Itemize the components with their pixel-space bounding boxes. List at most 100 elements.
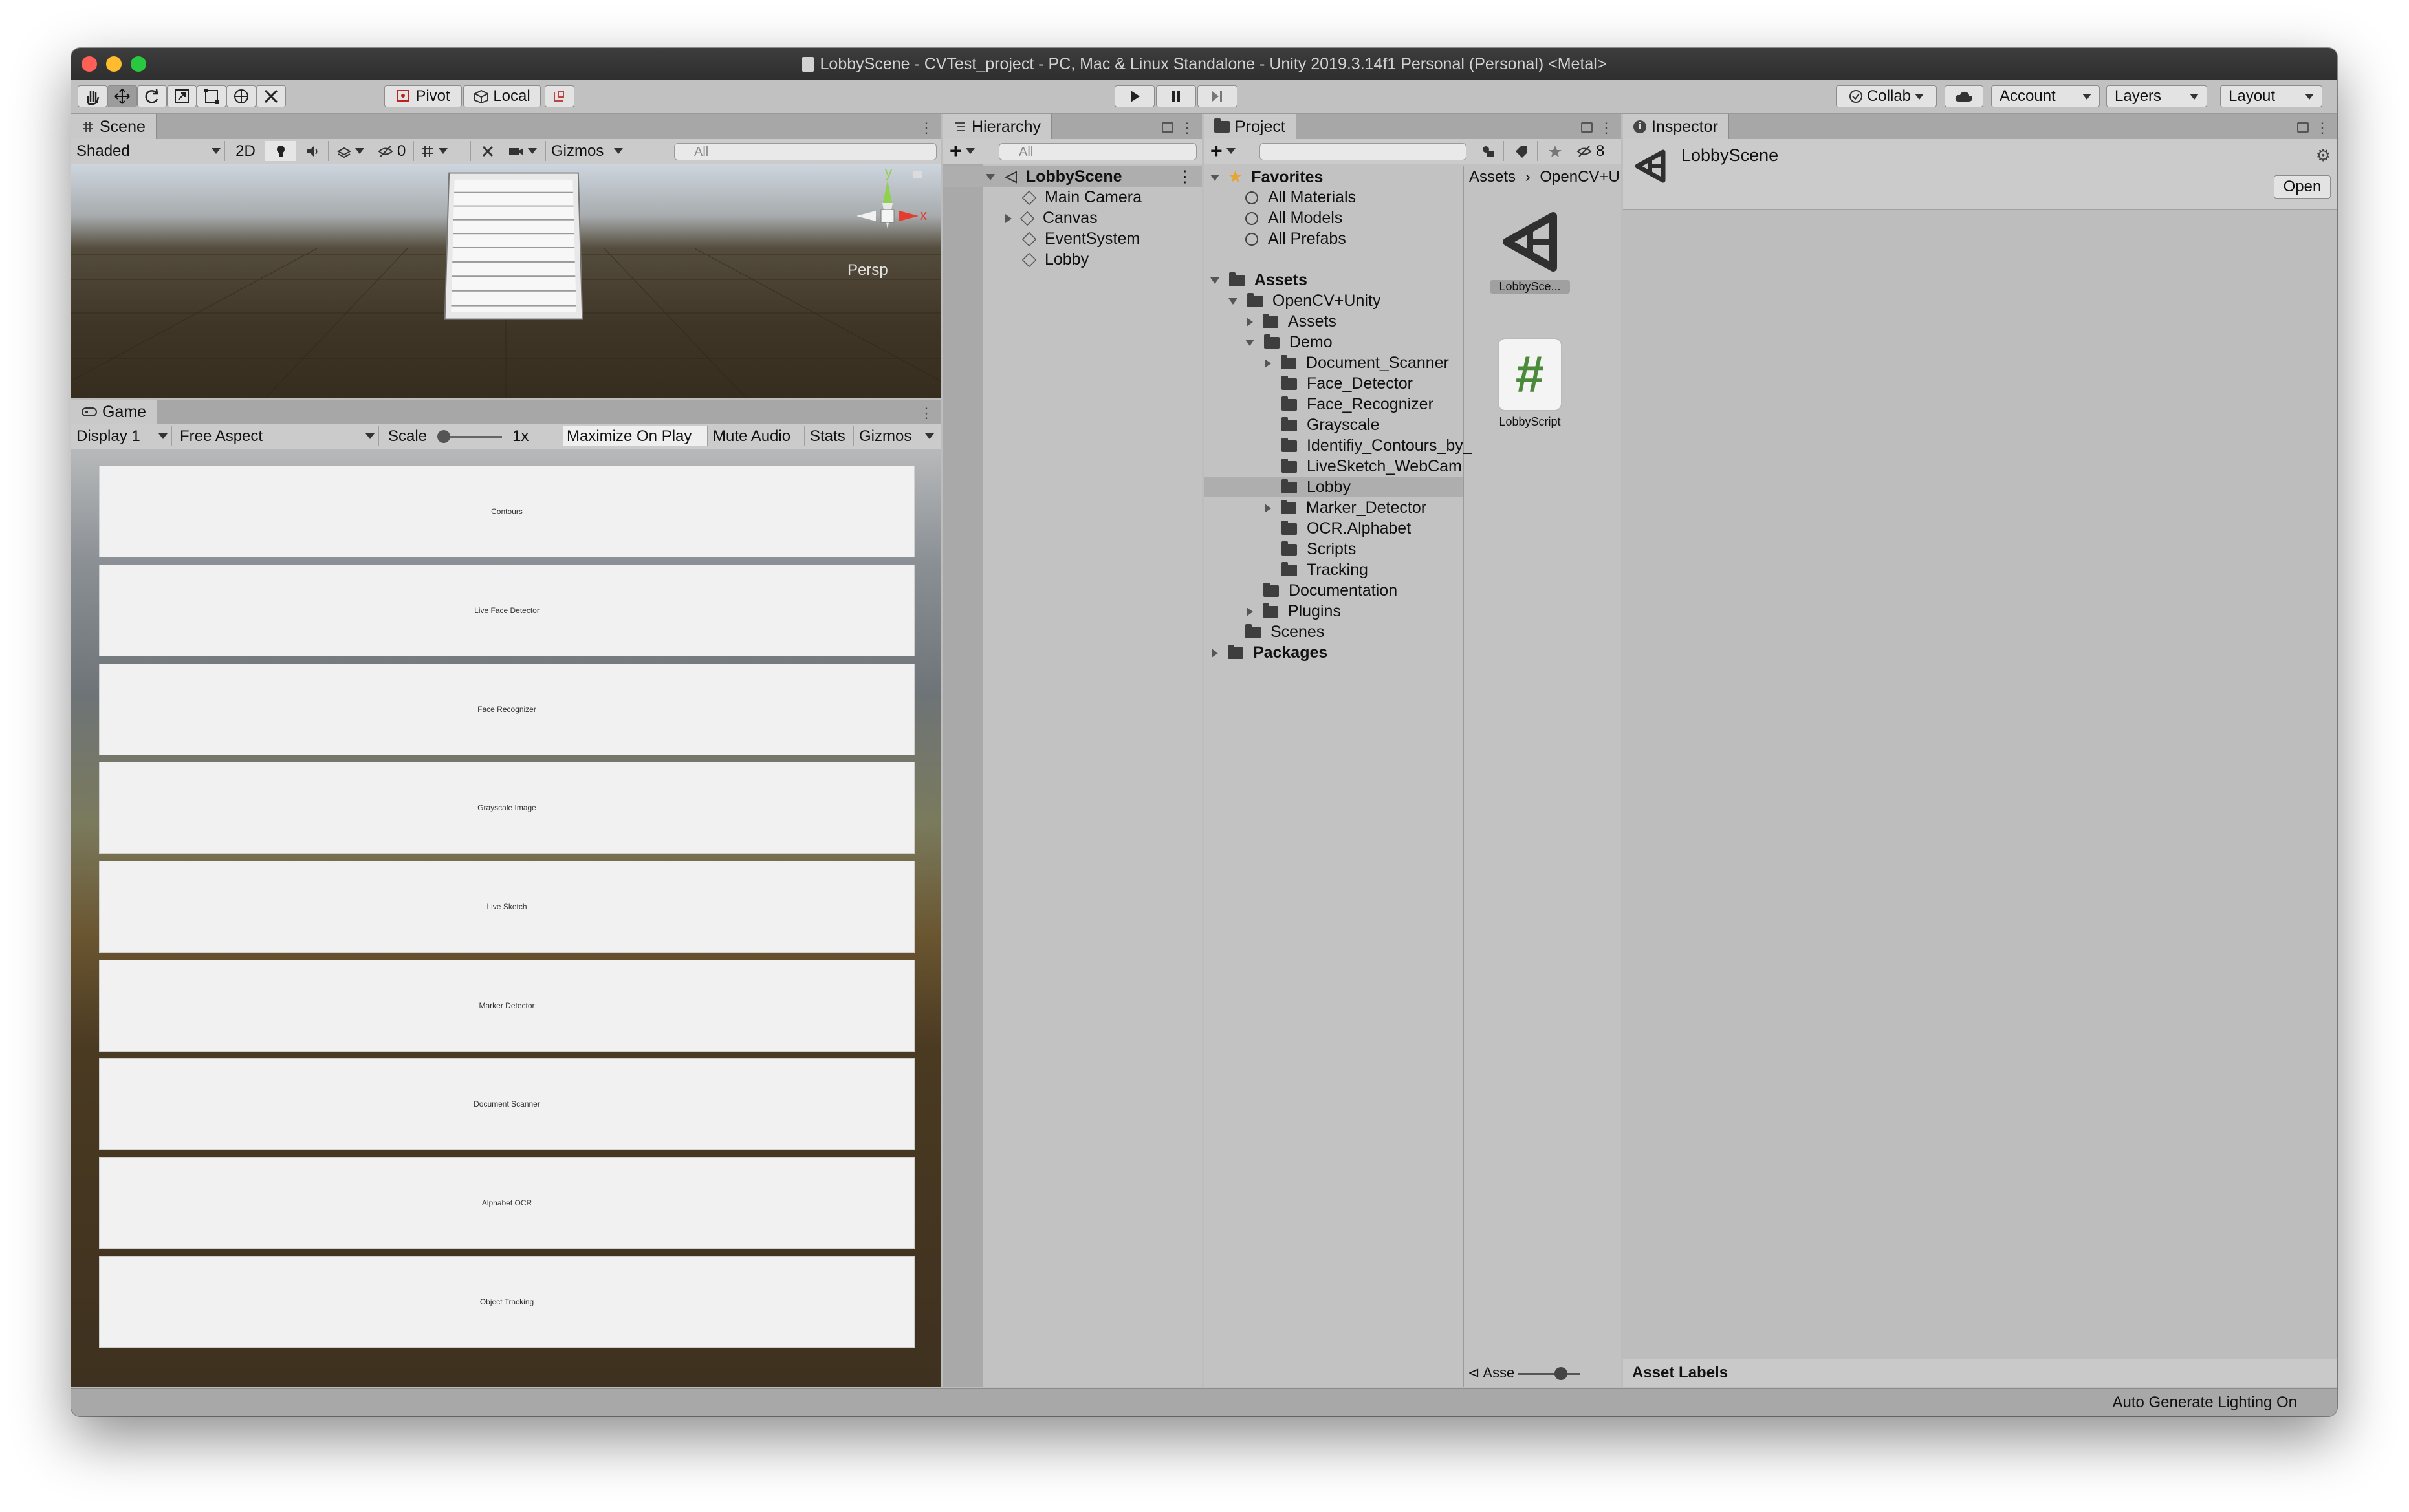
slider-thumb[interactable] <box>1554 1366 1568 1380</box>
scale-tool-button[interactable] <box>167 85 197 107</box>
step-button[interactable] <box>1197 85 1237 107</box>
grid-visibility-dropdown[interactable] <box>417 141 471 161</box>
breadcrumb-assets[interactable]: Assets <box>1469 168 1516 186</box>
folder-opencv-unity[interactable]: OpenCV+Unity <box>1204 290 1463 311</box>
folder-face-detector[interactable]: Face_Detector <box>1204 373 1463 394</box>
folder-scenes[interactable]: Scenes <box>1204 621 1463 642</box>
expand-arrow-icon[interactable] <box>1228 298 1237 305</box>
lock-icon[interactable] <box>2297 122 2309 133</box>
more-options-icon[interactable]: ⋮ <box>919 120 933 136</box>
move-tool-button[interactable] <box>107 85 137 107</box>
snap-toggle[interactable] <box>545 85 574 107</box>
expand-arrow-icon[interactable] <box>1247 318 1253 327</box>
menu-button-face-recognizer[interactable]: Face Recognizer <box>99 664 915 755</box>
favorites-item-all-prefabs[interactable]: All Prefabs <box>1204 228 1463 249</box>
shading-mode-dropdown[interactable]: Shaded <box>72 141 225 161</box>
folder-assets[interactable]: Assets <box>1204 270 1463 290</box>
hidden-packages-toggle[interactable]: 8 <box>1573 141 1619 161</box>
stats-toggle[interactable]: Stats <box>806 426 854 446</box>
hierarchy-item-canvas[interactable]: Canvas <box>943 208 1202 228</box>
hierarchy-scene-row[interactable]: LobbyScene ⋮ <box>943 166 1202 187</box>
pause-button[interactable] <box>1156 85 1196 107</box>
expand-arrow-icon[interactable] <box>1210 277 1219 285</box>
expand-arrow-icon[interactable] <box>986 174 995 181</box>
scene-search-input[interactable]: All <box>674 143 937 160</box>
more-options-icon[interactable]: ⋮ <box>1599 120 1613 136</box>
favorites-item-all-materials[interactable]: All Materials <box>1204 187 1463 208</box>
layers-dropdown[interactable]: Layers <box>2106 85 2207 107</box>
breadcrumb-opencv[interactable]: OpenCV+U <box>1540 168 1619 186</box>
project-search-input[interactable] <box>1259 143 1466 160</box>
more-options-icon[interactable]: ⋮ <box>919 405 933 422</box>
tab-inspector[interactable]: i Inspector <box>1623 114 1729 139</box>
layout-dropdown[interactable]: Layout <box>2220 85 2322 107</box>
menu-button-marker-detector[interactable]: Marker Detector <box>99 960 915 1052</box>
toggle-2d-button[interactable]: 2D <box>230 141 261 161</box>
camera-settings-dropdown[interactable] <box>505 141 546 161</box>
hand-tool-button[interactable] <box>78 85 107 107</box>
lock-icon[interactable] <box>913 171 922 178</box>
menu-button-live-sketch[interactable]: Live Sketch <box>99 861 915 953</box>
lock-icon[interactable] <box>1581 122 1593 133</box>
hierarchy-item-main-camera[interactable]: Main Camera <box>943 187 1202 208</box>
more-options-icon[interactable]: ⋮ <box>1180 120 1194 136</box>
folder-marker-detector[interactable]: Marker_Detector <box>1204 497 1463 518</box>
favorites-item-all-models[interactable]: All Models <box>1204 208 1463 228</box>
asset-lobbyscript[interactable]: # LobbyScript <box>1490 339 1570 429</box>
scene-viewport[interactable]: y x Persp <box>71 164 941 398</box>
pivot-toggle[interactable]: Pivot <box>384 85 462 107</box>
effects-dropdown[interactable] <box>330 141 371 161</box>
account-dropdown[interactable]: Account <box>1991 85 2100 107</box>
display-dropdown[interactable]: Display 1 <box>72 426 172 446</box>
folder-opencv-assets[interactable]: Assets <box>1204 311 1463 332</box>
local-toggle[interactable]: Local <box>463 85 541 107</box>
scale-slider-thumb[interactable] <box>437 430 450 443</box>
folder-documentation[interactable]: Documentation <box>1204 580 1463 601</box>
open-button[interactable]: Open <box>2274 175 2331 199</box>
hierarchy-item-eventsystem[interactable]: EventSystem <box>943 228 1202 249</box>
folder-grayscale[interactable]: Grayscale <box>1204 415 1463 435</box>
tab-hierarchy[interactable]: Hierarchy <box>943 114 1052 139</box>
favorites-header[interactable]: ★ Favorites <box>1204 166 1463 187</box>
scene-gizmos-dropdown[interactable]: Gizmos <box>547 141 627 161</box>
audio-toggle[interactable] <box>298 141 329 161</box>
menu-button-object-tracking[interactable]: Object Tracking <box>99 1256 915 1348</box>
menu-button-live-face-detector[interactable]: Live Face Detector <box>99 565 915 656</box>
lock-icon[interactable] <box>1162 122 1173 133</box>
gear-icon[interactable]: ⚙ <box>2316 146 2331 166</box>
folder-face-recognizer[interactable]: Face_Recognizer <box>1204 394 1463 415</box>
search-by-type-button[interactable] <box>1472 141 1504 161</box>
persp-label[interactable]: Persp <box>847 261 888 279</box>
hierarchy-search-input[interactable]: All <box>999 143 1197 160</box>
mute-audio-toggle[interactable]: Mute Audio <box>709 426 805 446</box>
hidden-objects-toggle[interactable]: 0 <box>374 141 414 161</box>
hierarchy-item-lobby[interactable]: Lobby <box>943 249 1202 270</box>
folder-demo[interactable]: Demo <box>1204 332 1463 352</box>
expand-arrow-icon[interactable] <box>1210 175 1219 182</box>
expand-arrow-icon[interactable] <box>1245 340 1254 347</box>
canvas-preview[interactable] <box>444 172 583 320</box>
minimize-window-button[interactable] <box>106 56 122 72</box>
favorites-filter-button[interactable] <box>1539 141 1571 161</box>
menu-button-document-scanner[interactable]: Document Scanner <box>99 1058 915 1150</box>
folder-livesketch-webcam[interactable]: LiveSketch_WebCam <box>1204 456 1463 477</box>
menu-button-grayscale-image[interactable]: Grayscale Image <box>99 762 915 854</box>
play-button[interactable] <box>1115 85 1155 107</box>
transform-tool-button[interactable] <box>226 85 256 107</box>
folder-packages[interactable]: Packages <box>1204 642 1463 663</box>
tab-game[interactable]: Game <box>71 400 158 424</box>
more-options-icon[interactable]: ⋮ <box>2315 120 2329 136</box>
expand-arrow-icon[interactable] <box>1265 359 1271 369</box>
asset-labels-bar[interactable]: Asset Labels <box>1623 1359 2337 1387</box>
scene-tools-button[interactable] <box>472 141 503 161</box>
scene-options-icon[interactable]: ⋮ <box>1177 166 1193 187</box>
close-window-button[interactable] <box>82 56 97 72</box>
search-by-label-button[interactable] <box>1505 141 1538 161</box>
asset-size-slider[interactable]: ⊲ Asse <box>1468 1362 1619 1384</box>
folder-ocr-alphabet[interactable]: OCR.Alphabet <box>1204 518 1463 539</box>
custom-tool-button[interactable] <box>256 85 286 107</box>
folder-lobby[interactable]: Lobby <box>1204 477 1463 497</box>
folder-plugins[interactable]: Plugins <box>1204 601 1463 621</box>
tab-project[interactable]: Project <box>1204 114 1296 139</box>
rect-tool-button[interactable] <box>197 85 226 107</box>
